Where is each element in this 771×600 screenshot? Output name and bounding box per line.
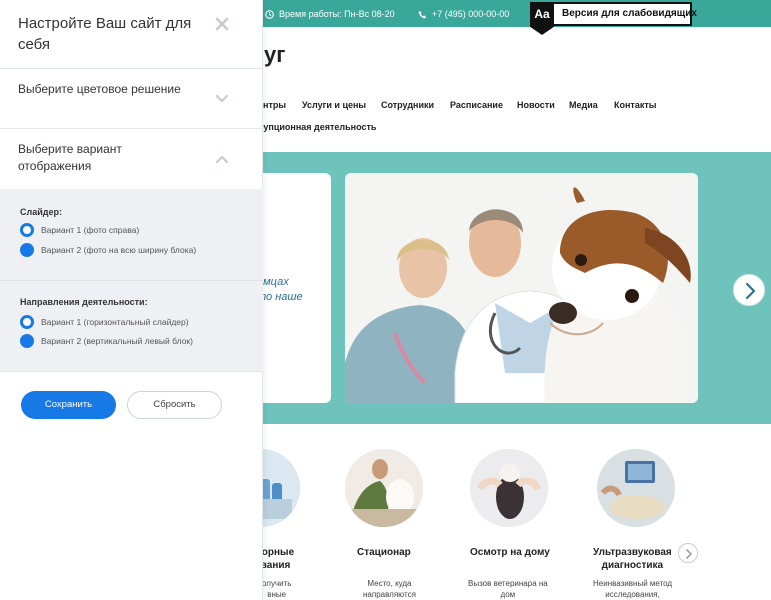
chevron-down-icon: [215, 94, 229, 103]
panel-header: Настройте Ваш сайт для себя: [0, 0, 263, 69]
accessibility-icon: Aa: [530, 2, 554, 35]
services-next-button[interactable]: [678, 543, 698, 563]
service-title: Осмотр на дому: [470, 547, 550, 558]
group-title-directions: Направления деятельности:: [20, 297, 148, 307]
service-desc: Место, куда направляются: [363, 579, 416, 599]
save-button[interactable]: Сохранить: [21, 391, 116, 419]
service-desc: Неинвазивный метод исследования,: [593, 579, 673, 599]
radio-label: Вариант 1 (фото справа): [41, 225, 140, 235]
radio-label: Вариант 2 (вертикальный левый блок): [41, 336, 193, 346]
working-hours: Время работы: Пн-Вс 08-20: [265, 9, 395, 19]
nav-item[interactable]: Сотрудники: [381, 100, 434, 110]
clock-icon: [265, 10, 274, 19]
accessibility-version-button[interactable]: Aa Версия для слабовидящих: [530, 2, 697, 35]
chevron-right-icon: [745, 282, 756, 300]
reset-button[interactable]: Сбросить: [127, 391, 222, 419]
phone-text[interactable]: +7 (495) 000-00-00: [432, 9, 509, 19]
nav-item-anticorruption[interactable]: рупционная деятельность: [258, 122, 376, 132]
service-title: Стационар: [357, 547, 411, 558]
radio-unselected[interactable]: [20, 243, 34, 257]
service-card[interactable]: Стационар Место, куда направляются: [345, 449, 425, 600]
site-settings-panel: Настройте Ваш сайт для себя Выберите цве…: [0, 0, 263, 600]
group-title-slider: Слайдер:: [20, 207, 62, 217]
service-desc: олучить вные: [262, 579, 292, 599]
service-image: [345, 449, 423, 527]
service-title: Ультразвуковая диагностика: [593, 547, 672, 571]
service-card[interactable]: Осмотр на дому Вызов ветеринара на дом: [468, 449, 550, 600]
service-image: [470, 449, 548, 527]
display-options: Слайдер: Вариант 1 (фото справа) Вариант…: [0, 189, 263, 372]
service-image: [597, 449, 675, 527]
radio-unselected[interactable]: [20, 334, 34, 348]
radio-label: Вариант 2 (фото на всю ширину блока): [41, 245, 197, 255]
divider: [0, 280, 263, 281]
service-desc: Вызов ветеринара на дом: [468, 579, 548, 599]
phone-icon: [418, 10, 427, 19]
section-display-variant[interactable]: Выберите вариант отображения: [0, 129, 263, 189]
hero-photo-vets-and-dog: [345, 173, 698, 403]
working-hours-text: Время работы: Пн-Вс 08-20: [279, 9, 395, 19]
close-button[interactable]: [214, 16, 230, 32]
nav-item[interactable]: Новости: [517, 100, 555, 110]
phone[interactable]: +7 (495) 000-00-00: [418, 9, 509, 19]
panel-title: Настройте Ваш сайт для себя: [18, 15, 192, 53]
hero-next-button[interactable]: [733, 274, 765, 306]
service-card[interactable]: Ультразвуковая диагностика Неинвазивный …: [593, 449, 677, 600]
chevron-up-icon: [215, 155, 229, 164]
section-label: Выберите вариант отображения: [18, 142, 122, 173]
hero-text: омцах то наше: [257, 276, 303, 303]
section-label: Выберите цветовое решение: [18, 82, 181, 96]
nav-item[interactable]: Медиа: [569, 100, 598, 110]
chevron-right-icon: [686, 549, 693, 559]
nav-item[interactable]: Расписание: [450, 100, 503, 110]
close-icon: [215, 17, 229, 31]
radio-label: Вариант 1 (горизонтальный слайдер): [41, 317, 189, 327]
nav-item[interactable]: Контакты: [614, 100, 656, 110]
radio-selected[interactable]: [20, 223, 34, 237]
site-title: уг: [264, 42, 286, 67]
accessibility-label: Версия для слабовидящих: [562, 8, 697, 19]
section-color-scheme[interactable]: Выберите цветовое решение: [0, 69, 263, 129]
radio-selected[interactable]: [20, 315, 34, 329]
nav-item[interactable]: Услуги и цены: [302, 100, 366, 110]
